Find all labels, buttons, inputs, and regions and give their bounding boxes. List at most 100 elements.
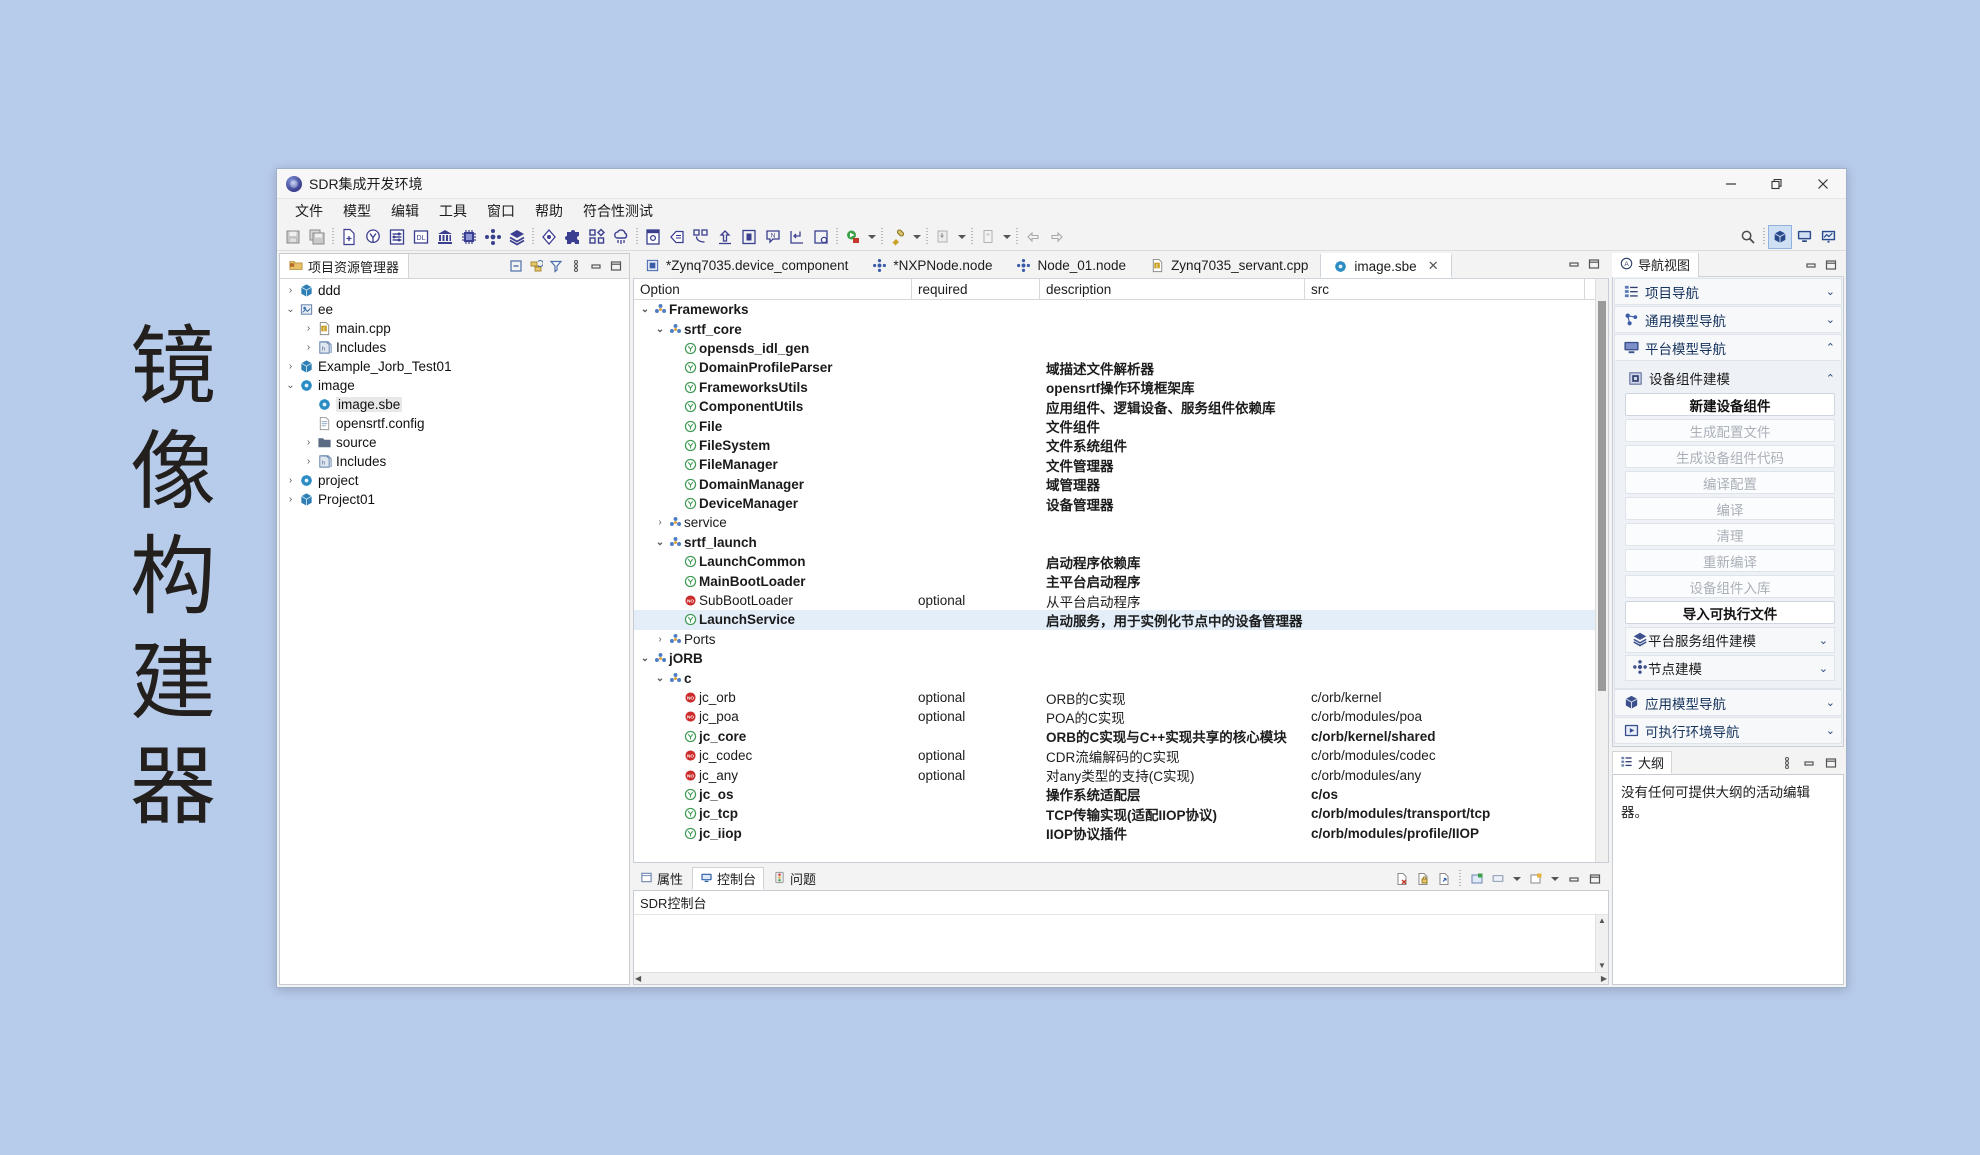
save-all-icon[interactable] [305, 225, 329, 249]
platform-service-component-modeling-row[interactable]: 平台服务组件建模 ⌄ [1625, 627, 1835, 653]
new-console-icon[interactable] [1527, 870, 1544, 887]
minimize-icon[interactable] [1567, 257, 1581, 274]
device-component-store-button[interactable]: 设备组件入库 [1625, 575, 1835, 598]
editor-tab[interactable]: Node_01.node [1004, 253, 1138, 278]
table-row[interactable]: jc_coreORB的C实现与C++实现共享的核心模块c/orb/kernel/… [634, 727, 1595, 746]
tab-problems[interactable]: 问题 [766, 867, 823, 890]
compile-config-button[interactable]: 编译配置 [1625, 471, 1835, 494]
waveform-icon[interactable] [361, 225, 385, 249]
menu-conformance-test[interactable]: 符合性测试 [573, 199, 663, 223]
editor-tab[interactable]: image.sbe✕ [1320, 253, 1451, 278]
maximize-icon[interactable] [1822, 754, 1839, 771]
new-device-component-button[interactable]: 新建设备组件 [1625, 393, 1835, 416]
editor-tab[interactable]: cZynq7035_servant.cpp [1138, 253, 1320, 278]
compile-button[interactable]: 编译 [1625, 497, 1835, 520]
properties-icon[interactable] [385, 225, 409, 249]
nav-section-platform-model[interactable]: 平台模型导航 ⌃ [1614, 334, 1842, 361]
maximize-icon[interactable] [1586, 870, 1603, 887]
rebuild-button[interactable]: 重新编译 [1625, 549, 1835, 572]
upload-icon[interactable] [713, 225, 737, 249]
maximize-icon[interactable] [607, 258, 624, 275]
project-tree-item[interactable]: ›Project01 [280, 490, 629, 509]
chevron-right-icon[interactable]: › [653, 634, 667, 645]
nav-section-common-model[interactable]: 通用模型导航 ⌄ [1614, 306, 1842, 333]
note-icon[interactable]: N [761, 225, 785, 249]
table-row[interactable]: NOjc_anyoptional对any类型的支持(C实现)c/orb/modu… [634, 765, 1595, 784]
debug-icon[interactable] [886, 225, 910, 249]
column-header-option[interactable]: Option [634, 279, 912, 300]
table-row[interactable]: NOjc_orboptionalORB的C实现c/orb/kernel [634, 688, 1595, 707]
menu-model[interactable]: 模型 [333, 199, 381, 223]
close-icon[interactable] [1800, 169, 1846, 198]
chevron-down-icon[interactable]: ⌄ [653, 673, 667, 684]
chevron-down-icon[interactable]: ⌄ [638, 653, 652, 664]
menu-tools[interactable]: 工具 [429, 199, 477, 223]
config-icon[interactable] [809, 225, 833, 249]
project-tree-item[interactable]: ›source [280, 433, 629, 452]
perspective-cube-icon[interactable] [1768, 225, 1792, 249]
project-tree-item[interactable]: image.sbe [280, 395, 629, 414]
cloud-icon[interactable] [609, 225, 633, 249]
external-tools-icon[interactable] [931, 225, 955, 249]
project-tree-item[interactable]: ›Example_Jorb_Test01 [280, 357, 629, 376]
lock-scroll-icon[interactable] [1414, 870, 1431, 887]
table-row[interactable]: MainBootLoader主平台启动程序 [634, 571, 1595, 590]
menu-file[interactable]: 文件 [285, 199, 333, 223]
chevron-down-icon[interactable]: ⌄ [1819, 634, 1828, 647]
table-row[interactable]: ⌄Frameworks [634, 300, 1595, 319]
tab-navigation-view[interactable]: A 导航视图 [1612, 253, 1699, 277]
menu-help[interactable]: 帮助 [525, 199, 573, 223]
bank-icon[interactable] [433, 225, 457, 249]
chevron-down-icon[interactable]: ⌄ [284, 376, 297, 395]
chevron-down-icon[interactable]: ⌄ [1819, 662, 1828, 675]
chevron-down-icon[interactable]: ⌄ [653, 537, 667, 548]
table-row[interactable]: ⌄srtf_core [634, 319, 1595, 338]
table-row[interactable]: ⌄jORB [634, 649, 1595, 668]
project-tree-item[interactable]: ›hIncludes [280, 338, 629, 357]
table-row[interactable]: jc_iiopIIOP协议插件c/orb/modules/profile/IIO… [634, 824, 1595, 843]
console-vertical-scrollbar[interactable]: ▲ ▼ [1595, 915, 1608, 972]
dropdown2-icon[interactable] [1548, 867, 1561, 891]
generate-device-component-code-button[interactable]: 生成设备组件代码 [1625, 445, 1835, 468]
table-row[interactable]: NOjc_poaoptionalPOA的C实现c/orb/modules/poa [634, 707, 1595, 726]
table-row[interactable]: ›service [634, 513, 1595, 532]
project-tree-item[interactable]: ›cmain.cpp [280, 319, 629, 338]
perspective-dropdown-icon[interactable] [1000, 225, 1013, 249]
chevron-down-icon[interactable]: ⌄ [1826, 696, 1835, 709]
puzzle-icon[interactable] [561, 225, 585, 249]
table-row[interactable]: FileSystem文件系统组件 [634, 436, 1595, 455]
tab-project-explorer[interactable]: 项目资源管理器 [280, 254, 409, 278]
menu-edit[interactable]: 编辑 [381, 199, 429, 223]
table-row[interactable]: File文件组件 [634, 416, 1595, 435]
tab-outline[interactable]: 大纲 [1612, 751, 1672, 774]
console-horizontal-scrollbar[interactable]: ◀ ▶ [634, 972, 1608, 984]
chevron-down-icon[interactable]: ⌄ [1826, 285, 1835, 298]
scroll-left-icon[interactable]: ◀ [635, 973, 641, 985]
table-row[interactable]: NOSubBootLoaderoptional从平台启动程序 [634, 591, 1595, 610]
external-tools-dropdown-icon[interactable] [955, 225, 968, 249]
chevron-up-icon[interactable]: ⌃ [1826, 372, 1835, 385]
tab-properties[interactable]: 属性 [633, 867, 690, 890]
perspective-chart-icon[interactable] [1816, 225, 1840, 249]
chevron-down-icon[interactable]: ⌄ [1826, 313, 1835, 326]
chevron-right-icon[interactable]: › [302, 452, 315, 471]
project-tree-item[interactable]: ⌄image [280, 376, 629, 395]
table-row[interactable]: FrameworksUtilsopensrtf操作环境框架库 [634, 378, 1595, 397]
nav-section-project[interactable]: 项目导航 ⌄ [1614, 278, 1842, 305]
console-output[interactable] [634, 915, 1595, 972]
scroll-right-icon[interactable]: ▶ [1601, 973, 1607, 985]
run-icon[interactable] [841, 225, 865, 249]
view-menu-icon[interactable] [1778, 754, 1795, 771]
editor-vertical-scrollbar[interactable] [1595, 279, 1608, 862]
node-move-icon[interactable] [481, 225, 505, 249]
delete-icon[interactable] [737, 225, 761, 249]
menu-window[interactable]: 窗口 [477, 199, 525, 223]
maximize-icon[interactable] [1587, 257, 1601, 274]
table-row[interactable]: NOjc_codecoptionalCDR流编解码的C实现c/orb/modul… [634, 746, 1595, 765]
table-row[interactable]: jc_os操作系统适配层c/os [634, 785, 1595, 804]
chevron-right-icon[interactable]: › [302, 433, 315, 452]
forward-icon[interactable] [1045, 225, 1069, 249]
table-row[interactable]: jc_tcpTCP传输实现(适配IIOP协议)c/orb/modules/tra… [634, 804, 1595, 823]
minimize-icon[interactable] [1565, 870, 1582, 887]
document-icon[interactable] [665, 225, 689, 249]
